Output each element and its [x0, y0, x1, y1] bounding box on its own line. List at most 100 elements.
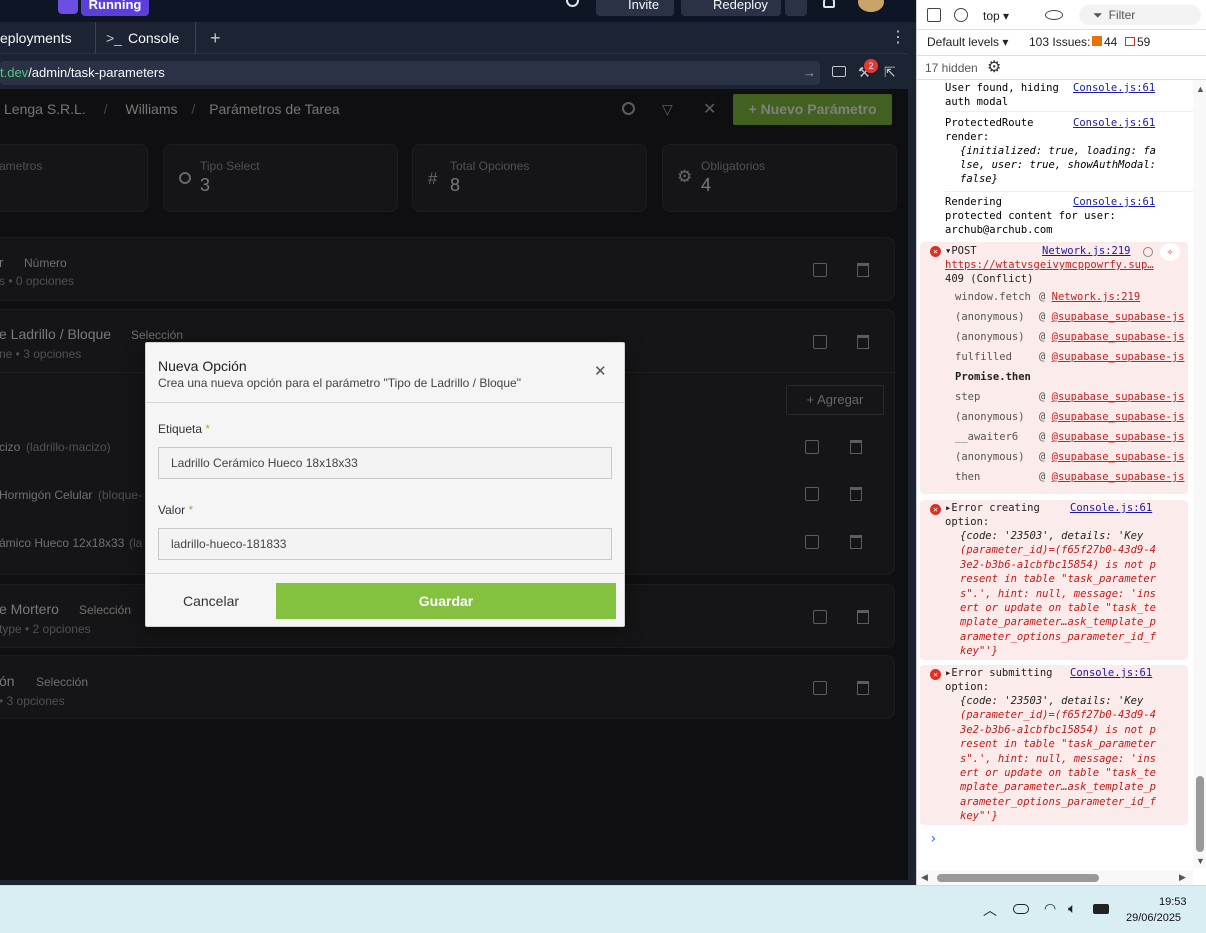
- scroll-thumb[interactable]: [1196, 776, 1204, 852]
- cancel-button[interactable]: Cancelar: [158, 583, 264, 619]
- context-selector[interactable]: top ▾: [983, 9, 1009, 23]
- scroll-up-arrow[interactable]: ▲: [1196, 84, 1205, 94]
- stack-source-link[interactable]: @supabase_supabase-js: [1052, 431, 1185, 443]
- value-input[interactable]: [158, 528, 612, 560]
- issues-info-count[interactable]: 59: [1125, 35, 1150, 49]
- request-url[interactable]: https://wtatvsgeivymcppowrfy.sup…: [945, 258, 1154, 272]
- log-source-link[interactable]: Console.js:61: [1073, 116, 1155, 130]
- cloud-icon[interactable]: [1013, 904, 1029, 914]
- error-icon: ✕: [930, 246, 941, 257]
- stack-function: then: [955, 471, 981, 483]
- warning-icon: [1092, 36, 1102, 46]
- error-entry: ✕ ▸Error creating option: Console.js:61 …: [920, 500, 1188, 660]
- device-preview-icon[interactable]: [832, 66, 846, 77]
- error-title: option:: [945, 516, 990, 528]
- devtools-badge: 2: [864, 59, 878, 73]
- tab-deployments[interactable]: eployments: [0, 22, 96, 54]
- error-title[interactable]: ▸Error creating: [945, 501, 1040, 515]
- response-status: 409 (Conflict): [945, 273, 1034, 285]
- clear-console-icon[interactable]: [954, 8, 968, 22]
- stack-source-link[interactable]: Network.js:219: [1052, 291, 1141, 303]
- run-status-button[interactable]: Running: [81, 0, 149, 16]
- error-body[interactable]: {code: '23503', details: 'Key (parameter_…: [960, 694, 1156, 824]
- search-icon[interactable]: [566, 0, 579, 7]
- wifi-icon[interactable]: ◠: [1044, 900, 1056, 917]
- close-icon[interactable]: ✕: [594, 364, 607, 379]
- vertical-scrollbar[interactable]: ▲ ▼: [1193, 80, 1206, 868]
- stack-source-link[interactable]: @supabase_supabase-js: [1052, 411, 1185, 423]
- redeploy-button[interactable]: Redeploy: [681, 0, 781, 16]
- new-tab-button[interactable]: +: [200, 22, 231, 54]
- stack-source-link[interactable]: @supabase_supabase-js: [1052, 471, 1185, 483]
- clock-date[interactable]: 29/06/2025: [1126, 912, 1181, 924]
- avatar[interactable]: [858, 0, 884, 12]
- sidebar-toggle-icon[interactable]: [927, 8, 941, 22]
- more-options-icon[interactable]: ⋮: [880, 22, 916, 54]
- bell-icon[interactable]: [823, 0, 835, 8]
- battery-icon[interactable]: [1093, 904, 1109, 914]
- post-label[interactable]: ▾POST: [945, 244, 977, 258]
- error-body-line: key"'}: [960, 645, 998, 658]
- invite-button[interactable]: Invite: [596, 0, 674, 16]
- stack-frame: fulfilled @ @supabase_supabase-js: [955, 351, 1185, 363]
- stack-source-link[interactable]: @supabase_supabase-js: [1052, 351, 1185, 363]
- error-body-line: resent in table "task_parameter: [960, 738, 1156, 751]
- filter-input[interactable]: ⏷ Filter: [1079, 5, 1201, 25]
- dialog-subtitle: Crea una nueva opción para el parámetro …: [158, 376, 521, 390]
- chevron-up-icon[interactable]: ︿: [983, 900, 997, 920]
- log-text: archub@archub.com: [945, 224, 1053, 236]
- issues-warning-count[interactable]: 44: [1092, 35, 1117, 49]
- log-object: false}: [960, 173, 998, 185]
- speaker-icon[interactable]: 🔈︎: [1068, 900, 1076, 917]
- scroll-left-arrow[interactable]: ◀: [921, 872, 928, 883]
- hidden-count: 17 hidden: [925, 61, 978, 75]
- error-body[interactable]: {code: '23503', details: 'Key (parameter_…: [960, 529, 1156, 659]
- terminal-icon: >_: [106, 30, 122, 46]
- log-source-link[interactable]: Console.js:61: [1070, 666, 1152, 680]
- eye-icon[interactable]: [1045, 10, 1063, 20]
- go-arrow-icon[interactable]: →: [803, 61, 816, 85]
- log-text: Rendering: [945, 196, 1002, 208]
- tab-console-label: Console: [127, 30, 180, 46]
- horizontal-scrollbar[interactable]: ◀ ▶: [917, 870, 1193, 885]
- stack-frame: __awaiter6 @ @supabase_supabase-js: [955, 431, 1185, 443]
- save-button[interactable]: Guardar: [276, 583, 616, 619]
- stack-source-link[interactable]: @supabase_supabase-js: [1052, 391, 1185, 403]
- issues-count[interactable]: 103 Issues:: [1029, 35, 1090, 49]
- stack-source-link[interactable]: @supabase_supabase-js: [1052, 451, 1185, 463]
- log-source-link[interactable]: Console.js:61: [1070, 501, 1152, 515]
- stack-frame: step @ @supabase_supabase-js: [955, 391, 1185, 403]
- url-input[interactable]: t.dev/admin/task-parameters →: [0, 61, 820, 85]
- error-title[interactable]: ▸Error submitting: [945, 666, 1052, 680]
- message-icon: [1125, 37, 1135, 46]
- stack-source-link[interactable]: @supabase_supabase-js: [1052, 311, 1185, 323]
- scroll-down-arrow[interactable]: ▼: [1196, 856, 1205, 866]
- log-source-link[interactable]: Console.js:61: [1073, 81, 1155, 95]
- levels-dropdown[interactable]: Default levels ▾: [927, 35, 1008, 49]
- tab-console[interactable]: >_ Console: [96, 22, 196, 54]
- log-source-link[interactable]: Network.js:219: [1042, 244, 1131, 258]
- deploy-menu-icon[interactable]: [785, 0, 807, 16]
- dialog-title: Nueva Opción: [158, 358, 247, 374]
- scroll-thumb[interactable]: [937, 874, 1099, 882]
- log-object[interactable]: {initialized: true, loading: fa: [960, 144, 1156, 158]
- log-source-link[interactable]: Console.js:61: [1073, 195, 1155, 209]
- label-input[interactable]: [158, 447, 612, 479]
- label-field-label: Etiqueta *: [158, 422, 210, 436]
- clock-time[interactable]: 19:53: [1159, 896, 1187, 908]
- info-count: 59: [1137, 35, 1151, 49]
- ai-insight-icon[interactable]: ✧: [1160, 243, 1180, 261]
- error-icon: ✕: [930, 669, 941, 680]
- error-body-line: s".', hint: null, message: 'ins: [960, 587, 1156, 600]
- stack-source-link[interactable]: @supabase_supabase-js: [1052, 331, 1185, 343]
- url-path: /admin/task-parameters: [28, 65, 165, 80]
- open-new-window-icon[interactable]: ⇱: [884, 64, 896, 81]
- stack-function: (anonymous): [955, 331, 1025, 343]
- settings-icon[interactable]: ⚙: [987, 57, 1001, 77]
- log-entry: User found, hiding auth modal Console.js…: [945, 80, 1193, 112]
- console-levels-row: Default levels ▾ 103 Issues: 44 59: [917, 30, 1206, 56]
- error-body-line: resent in table "task_parameter: [960, 573, 1156, 586]
- stack-frame: (anonymous) @ @supabase_supabase-js: [955, 451, 1185, 463]
- console-prompt[interactable]: ›: [929, 832, 937, 847]
- scroll-right-arrow[interactable]: ▶: [1179, 872, 1186, 883]
